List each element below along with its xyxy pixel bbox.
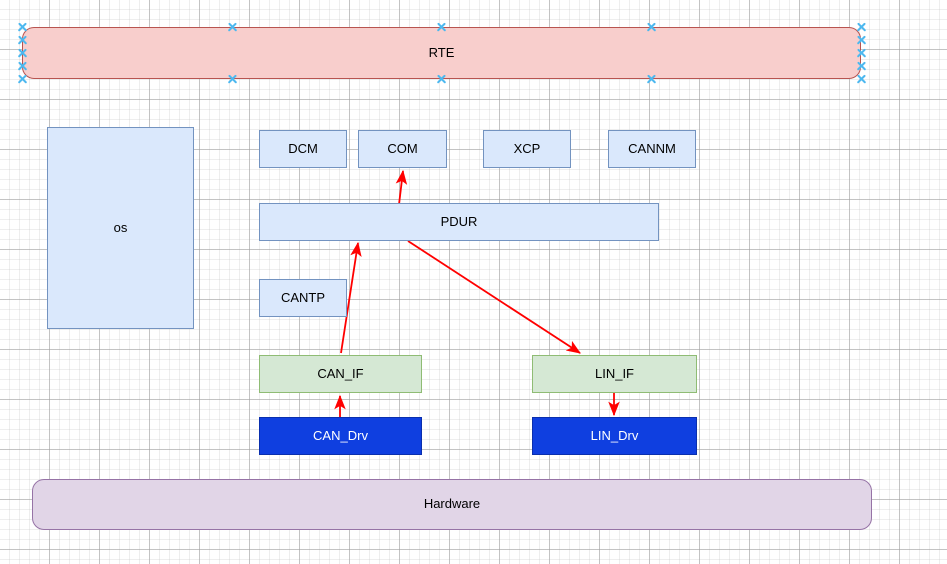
- selection-handle-3[interactable]: [646, 22, 657, 33]
- selection-handle-12[interactable]: [227, 74, 238, 85]
- node-label-os: os: [113, 219, 128, 235]
- selection-handle-0[interactable]: [17, 22, 28, 33]
- selection-handle-15[interactable]: [856, 74, 867, 85]
- node-dcm[interactable]: DCM: [259, 130, 347, 168]
- selection-handle-11[interactable]: [17, 74, 28, 85]
- node-lin_if[interactable]: LIN_IF: [532, 355, 697, 393]
- selection-handle-2[interactable]: [436, 22, 447, 33]
- node-lin_drv[interactable]: LIN_Drv: [532, 417, 697, 455]
- selection-handle-14[interactable]: [646, 74, 657, 85]
- selection-handle-9[interactable]: [17, 61, 28, 72]
- node-label-pdur: PDUR: [440, 213, 478, 229]
- node-label-xcp: XCP: [513, 140, 541, 156]
- node-label-dcm: DCM: [288, 140, 318, 156]
- node-pdur[interactable]: PDUR: [259, 203, 659, 241]
- selection-handle-10[interactable]: [856, 61, 867, 72]
- node-label-lin_if: LIN_IF: [594, 365, 634, 381]
- selection-handle-4[interactable]: [856, 22, 867, 33]
- selection-handle-6[interactable]: [856, 35, 867, 46]
- selection-handle-13[interactable]: [436, 74, 447, 85]
- node-can_if[interactable]: CAN_IF: [259, 355, 422, 393]
- diagram-canvas[interactable]: RTE os DCM COM XCP CANNM PDUR CANTP CAN_IF LIN_IF…: [0, 0, 947, 564]
- connector-pdur-to-lin_if[interactable]: [407, 240, 581, 354]
- node-hardware[interactable]: Hardware: [32, 479, 872, 530]
- node-cantp[interactable]: CANTP: [259, 279, 347, 317]
- selection-handle-8[interactable]: [856, 48, 867, 59]
- node-label-rte: RTE: [428, 44, 455, 60]
- node-label-cannm: CANNM: [628, 140, 676, 156]
- node-label-can_if: CAN_IF: [317, 365, 364, 381]
- node-rte[interactable]: RTE: [22, 27, 861, 79]
- node-os[interactable]: os: [47, 127, 194, 329]
- node-label-lin_drv: LIN_Drv: [590, 427, 639, 443]
- selection-handle-7[interactable]: [17, 48, 28, 59]
- selection-handle-5[interactable]: [17, 35, 28, 46]
- node-com[interactable]: COM: [358, 130, 447, 168]
- node-can_drv[interactable]: CAN_Drv: [259, 417, 422, 455]
- selection-handle-1[interactable]: [227, 22, 238, 33]
- node-label-com: COM: [387, 140, 418, 156]
- node-cannm[interactable]: CANNM: [608, 130, 696, 168]
- node-label-can_drv: CAN_Drv: [313, 427, 368, 443]
- node-xcp[interactable]: XCP: [483, 130, 571, 168]
- node-label-cantp: CANTP: [280, 289, 326, 305]
- node-label-hardware: Hardware: [423, 496, 481, 512]
